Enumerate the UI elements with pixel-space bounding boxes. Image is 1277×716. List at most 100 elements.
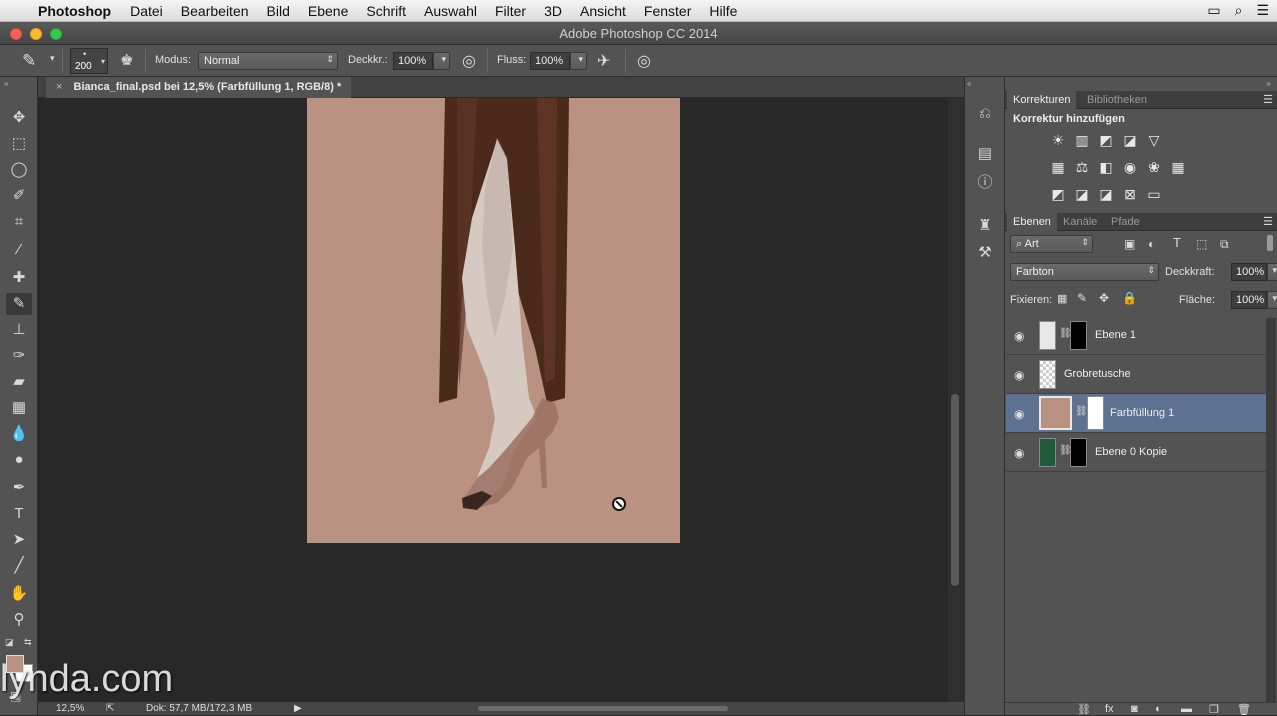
layer-name[interactable]: Ebene 1 [1095, 329, 1136, 341]
menu-filter[interactable]: Filter [495, 3, 526, 19]
filter-type-icon[interactable]: T [1173, 235, 1181, 250]
eraser-tool-icon[interactable]: ▰ [6, 371, 32, 393]
visibility-eye-icon[interactable]: ◉ [1014, 368, 1024, 382]
history-brush-tool-icon[interactable]: ✑ [6, 345, 32, 367]
document-canvas[interactable] [307, 98, 680, 543]
posterize-icon[interactable]: ◪ [1074, 186, 1090, 202]
selective-color-icon[interactable]: ⊠ [1122, 186, 1138, 202]
menu-3d[interactable]: 3D [544, 3, 562, 19]
fill-dropdown[interactable]: ▾ [1267, 291, 1277, 309]
panel-menu-icon[interactable]: ☰ [1263, 215, 1273, 228]
zoom-level[interactable]: 12,5% [56, 703, 84, 714]
layer-mask-thumbnail[interactable] [1087, 396, 1104, 430]
visibility-eye-icon[interactable]: ◉ [1014, 407, 1024, 421]
info-panel-icon[interactable]: ⓘ [974, 172, 996, 194]
fill-input[interactable]: 100% [1231, 291, 1267, 309]
tab-bibliotheken[interactable]: Bibliotheken [1081, 91, 1153, 109]
menu-hilfe[interactable]: Hilfe [709, 3, 737, 19]
close-tab-icon[interactable]: × [56, 81, 62, 93]
layers-scrollbar[interactable] [1266, 318, 1276, 702]
collapse-arrows-icon[interactable]: » [1267, 79, 1271, 88]
brightness-icon[interactable]: ☀ [1050, 132, 1066, 148]
marquee-tool-icon[interactable]: ⬚ [6, 133, 32, 155]
default-colors-icon[interactable]: ◪ [5, 637, 14, 648]
collapse-arrows-icon[interactable]: » [4, 79, 8, 88]
channel-mixer-icon[interactable]: ❀ [1146, 159, 1162, 175]
fill-layer-thumbnail[interactable] [1039, 396, 1072, 430]
tab-kanaele[interactable]: Kanäle [1057, 213, 1103, 231]
new-adjustment-layer-icon[interactable]: ◐ [1155, 703, 1162, 715]
add-mask-icon[interactable]: ◙ [1131, 703, 1138, 715]
lock-all-icon[interactable]: 🔒 [1122, 291, 1137, 305]
expand-arrows-icon[interactable]: « [967, 79, 971, 88]
blend-mode-select[interactable]: Normal ⇕ [198, 52, 338, 70]
flow-dropdown[interactable]: ▾ [570, 52, 587, 70]
stamp-tool-icon[interactable]: ⊥ [6, 319, 32, 341]
invert-icon[interactable]: ◩ [1050, 186, 1066, 202]
layer-name[interactable]: Ebene 0 Kopie [1095, 446, 1167, 458]
vibrance-icon[interactable]: ▽ [1146, 132, 1162, 148]
threshold-icon[interactable]: ◪ [1098, 186, 1114, 202]
window-icon[interactable]: ▭ [1207, 2, 1220, 19]
layer-opacity-input[interactable]: 100% [1231, 263, 1267, 281]
pressure-size-icon[interactable]: ◎ [637, 51, 651, 71]
filter-adjustment-icon[interactable]: ◐ [1148, 237, 1155, 251]
zoom-tool-icon[interactable]: ⚲ [6, 609, 32, 631]
delete-layer-icon[interactable]: 🗑 [1237, 703, 1251, 716]
layer-filter-select[interactable]: ⌕ Art ⇕ [1010, 235, 1093, 253]
tool-presets-panel-icon[interactable]: ⚒ [974, 242, 996, 264]
notification-list-icon[interactable]: ☰ [1256, 2, 1269, 19]
brush-panel-toggle-icon[interactable]: ♚ [120, 51, 133, 69]
filter-toggle-switch[interactable] [1267, 235, 1273, 251]
opacity-input[interactable]: 100% [393, 52, 433, 70]
tab-ebenen[interactable]: Ebenen [1007, 213, 1057, 231]
layer-name[interactable]: Farbfüllung 1 [1110, 407, 1174, 419]
brush-presets-panel-icon[interactable]: ♜ [974, 215, 996, 237]
eyedropper-tool-icon[interactable]: ⁄ [6, 239, 32, 261]
pressure-opacity-icon[interactable]: ◎ [462, 51, 476, 71]
visibility-eye-icon[interactable]: ◉ [1014, 329, 1024, 343]
healing-brush-tool-icon[interactable]: ✚ [6, 267, 32, 289]
history-panel-icon[interactable]: ⎌ [974, 103, 996, 125]
menu-ansicht[interactable]: Ansicht [580, 3, 626, 19]
curves-icon[interactable]: ◩ [1098, 132, 1114, 148]
app-menu[interactable]: Photoshop [38, 3, 111, 19]
lock-pixels-icon[interactable]: ✎ [1077, 291, 1087, 305]
preset-dropdown-icon[interactable]: ▾ [50, 53, 55, 64]
filter-pixel-icon[interactable]: ▣ [1124, 237, 1135, 251]
layer-mask-thumbnail[interactable] [1070, 321, 1087, 350]
flow-input[interactable]: 100% [530, 52, 570, 70]
link-layers-icon[interactable]: ⛓ [1077, 703, 1091, 716]
lock-transparency-icon[interactable]: ▦ [1057, 292, 1067, 305]
brush-tool-preset-icon[interactable]: ✎ [22, 51, 36, 71]
foreground-color-swatch[interactable] [6, 655, 24, 673]
document-tab[interactable]: × Bianca_final.psd bei 12,5% (Farbfüllun… [46, 77, 352, 98]
menu-bearbeiten[interactable]: Bearbeiten [181, 3, 249, 19]
move-tool-icon[interactable]: ✥ [6, 107, 32, 129]
swap-colors-icon[interactable]: ⇆ [24, 637, 32, 648]
layer-opacity-dropdown[interactable]: ▾ [1267, 263, 1277, 281]
layer-style-fx-icon[interactable]: fx [1105, 703, 1114, 715]
layer-row-selected[interactable]: ◉ ⛓ Farbfüllung 1 [1006, 394, 1266, 433]
color-balance-icon[interactable]: ⚖ [1074, 159, 1090, 175]
blur-tool-icon[interactable]: 💧 [6, 423, 32, 445]
levels-icon[interactable]: ▥ [1074, 132, 1090, 148]
black-white-icon[interactable]: ◧ [1098, 159, 1114, 175]
crop-tool-icon[interactable]: ⌗ [6, 211, 32, 233]
color-lookup-icon[interactable]: ▦ [1170, 159, 1186, 175]
brush-tool-icon[interactable]: ✎ [6, 293, 32, 315]
pen-tool-icon[interactable]: ✒ [6, 477, 32, 499]
opacity-dropdown[interactable]: ▾ [433, 52, 450, 70]
airbrush-icon[interactable]: ✈ [597, 51, 610, 71]
lasso-tool-icon[interactable]: ◯ [6, 159, 32, 181]
layer-row[interactable]: ◉ ⛓ Ebene 1 [1006, 316, 1266, 355]
filter-shape-icon[interactable]: ⬚ [1196, 237, 1207, 251]
menu-auswahl[interactable]: Auswahl [424, 3, 477, 19]
tab-pfade[interactable]: Pfade [1105, 213, 1146, 231]
properties-panel-icon[interactable]: ▤ [974, 143, 996, 165]
layer-row[interactable]: ◉ ⛓ Ebene 0 Kopie [1006, 433, 1266, 472]
dodge-tool-icon[interactable]: ● [6, 449, 32, 471]
exposure-icon[interactable]: ◪ [1122, 132, 1138, 148]
gradient-map-icon[interactable]: ▭ [1146, 186, 1162, 202]
hue-saturation-icon[interactable]: ▦ [1050, 159, 1066, 175]
